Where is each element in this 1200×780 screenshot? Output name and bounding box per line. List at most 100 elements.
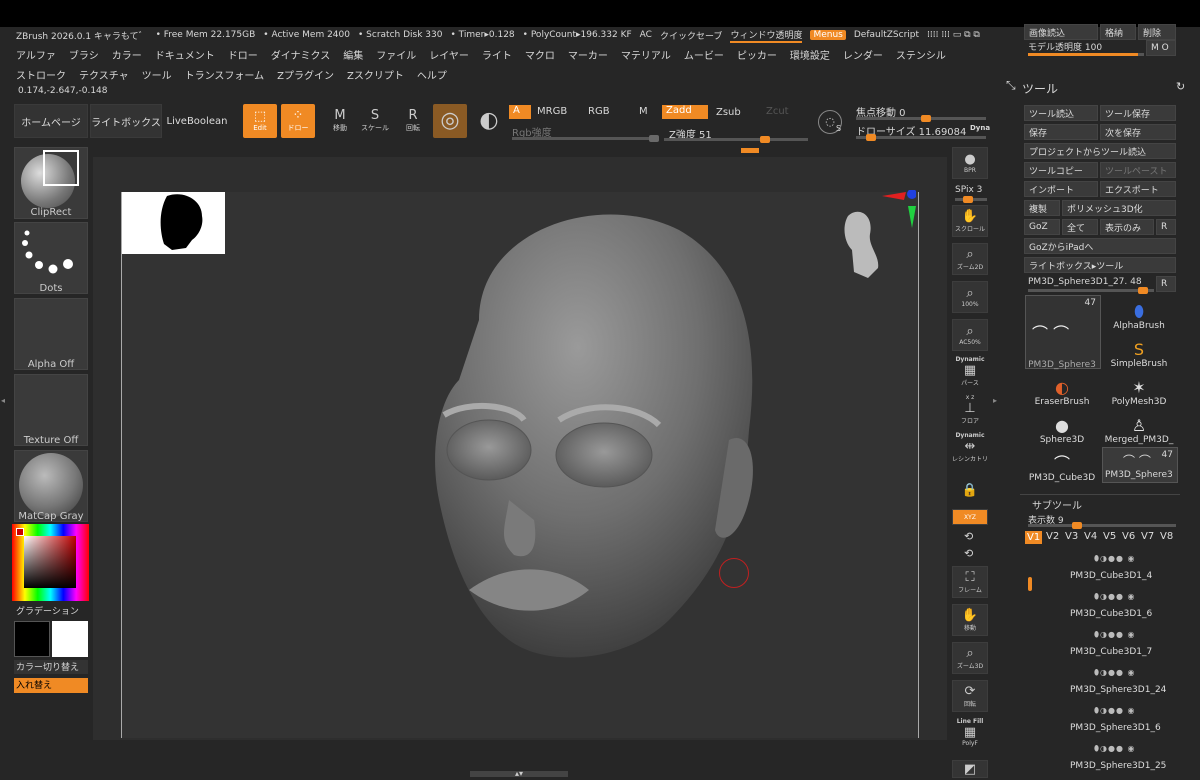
material-button[interactable]: ◎ [433,104,467,138]
menu-item[interactable]: Zスクリプト [347,67,404,82]
toolbar-handle[interactable] [741,148,759,153]
tool-polymesh3d[interactable]: ✶ PolyMesh3D [1102,369,1176,408]
subtool-controls[interactable]: ⬮◑●● ◉ [1094,668,1136,678]
layout-icons[interactable]: ⁞⁞⁞⁞ ⁞⁞⁞ ▭ ⧉ ⧉ [927,30,980,40]
tool-palette-title[interactable]: ツール [1022,80,1058,97]
load-tool-button[interactable]: ツール読込 [1024,105,1098,121]
bottom-shelf-handle[interactable]: ▴▾ [470,770,568,778]
current-tool-slider[interactable] [1028,287,1154,294]
menu-item[interactable]: ブラシ [69,47,99,62]
menu-item[interactable]: ムービー [684,47,724,62]
tool-pm3d-sphere3-b[interactable]: 47 ⌒ ⌒ PM3D_Sphere3 [1102,447,1178,483]
mrgb-toggle[interactable]: MRGB [537,106,567,117]
subtool-row[interactable]: ⬮◑●● ◉ PM3D_Cube3D1_4 [1044,549,1180,587]
goz-r-button[interactable]: R [1156,219,1176,235]
zcut-toggle[interactable]: Zcut [766,106,789,117]
save-tool-button[interactable]: ツール保存 [1100,105,1176,121]
import-button[interactable]: インポート [1024,181,1098,197]
rotate-z-icon[interactable]: ⟲ [964,547,973,560]
ac50-button[interactable]: ⌕ AC50% [952,319,988,351]
menu-item[interactable]: マクロ [525,47,555,62]
zoom3d-button[interactable]: ⌕ ズーム3D [952,642,988,674]
z-intensity-knob[interactable] [760,136,770,143]
version-v2[interactable]: V2 [1046,531,1059,542]
tool-sphere3d[interactable]: ● Sphere3D [1025,407,1099,446]
rotate-button[interactable]: R 回転 [396,104,430,138]
paste-tool-button[interactable]: ツールペースト [1100,162,1176,178]
draw-size-slider[interactable] [856,134,986,141]
lock-button[interactable]: 🔒 [952,474,988,506]
subtool-row[interactable]: ⬮◑●● ◉ PM3D_Cube3D1_7 [1044,625,1180,663]
spix-knob[interactable] [963,196,973,203]
default-zscript-button[interactable]: DefaultZScript [854,30,919,40]
actual-size-button[interactable]: ⌕ 100% [952,281,988,313]
menu-item[interactable]: アルファ [16,47,56,62]
rotate-y-icon[interactable]: ⟲ [964,530,973,543]
focal-shift-knob[interactable] [921,115,931,122]
menu-item[interactable]: 環境設定 [790,47,830,62]
tool-simplebrush[interactable]: S SimpleBrush [1102,331,1176,370]
sculpted-head-model[interactable] [399,200,779,690]
focal-shift-slider[interactable] [856,115,986,122]
subtool-row[interactable]: ⬮◑●● ◉ PM3D_Sphere3D1_6 [1044,701,1180,739]
menu-item[interactable]: ストローク [16,67,66,82]
xyz-button[interactable]: XYZ [952,509,988,525]
subtool-controls[interactable]: ⬮◑●● ◉ [1094,630,1136,640]
secondary-color-swatch[interactable] [52,621,88,657]
draw-button[interactable]: ⁘ ドロー [281,104,315,138]
subtool-controls[interactable]: ⬮◑●● ◉ [1094,706,1136,716]
lightbox-tools-button[interactable]: ライトボックス▸ツール [1024,257,1176,273]
color-picker-hue[interactable] [12,524,89,601]
goz-ipad-button[interactable]: GoZからiPadへ [1024,238,1176,254]
tool-merged-pm3d[interactable]: ♙ Merged_PM3D_ [1102,407,1176,446]
version-v8[interactable]: V8 [1160,531,1173,542]
navigation-head-icon[interactable] [840,206,884,286]
menu-item[interactable]: レイヤー [429,47,469,62]
store-button[interactable]: 格納 [1100,24,1136,40]
menu-item[interactable]: レンダー [843,47,883,62]
subtool-row[interactable]: ⬮◑●● ◉ PM3D_Cube3D1_6 [1044,587,1180,625]
load-image-button[interactable]: 画像読込 [1024,24,1098,40]
version-v4[interactable]: V4 [1084,531,1097,542]
rgb-intensity-slider[interactable] [512,135,659,142]
rotate-view-button[interactable]: ⟳ 回転 [952,680,988,712]
tool-pm3d-cube3d[interactable]: ⌒ PM3D_Cube3D [1025,445,1099,484]
quicksave-button[interactable]: クイックセーブ [660,29,722,42]
menu-item[interactable]: テクスチャ [79,67,129,82]
swap-button[interactable]: 入れ替え [14,678,88,693]
zoom2d-button[interactable]: ⌕ ズーム2D [952,243,988,275]
clone-button[interactable]: 複製 [1024,200,1060,216]
menu-item[interactable]: ドロー [228,47,258,62]
refresh-icon[interactable]: ↻ [1176,80,1185,93]
viewport-canvas[interactable] [121,189,919,738]
subtool-controls[interactable]: ⬮◑●● ◉ [1094,744,1136,754]
rgb-toggle[interactable]: RGB [588,106,610,117]
floor-button[interactable]: x z ⊥ フロア [952,393,988,425]
menu-item[interactable]: カラー [112,47,142,62]
mo-button[interactable]: M O [1146,40,1176,56]
m-toggle[interactable]: M [639,106,648,117]
switch-color-button[interactable]: カラー切り替え [14,660,88,674]
scale-button[interactable]: S スケール [358,104,392,138]
load-from-project-button[interactable]: プロジェクトからツール読込 [1024,143,1176,159]
tool-pm3d-sphere3[interactable]: PM3D_Sphere3 [1025,332,1099,370]
menu-item[interactable]: ヘルプ [417,67,447,82]
dynamic-size-toggle[interactable]: Dyna [970,124,990,132]
texture-button[interactable]: ◐ [472,104,506,138]
primary-color-swatch[interactable] [14,621,50,657]
perspective-button[interactable]: Dynamic ▦ パース [952,355,988,387]
version-v1[interactable]: V1 [1025,531,1043,544]
make-polymesh-button[interactable]: ポリメッシュ3D化 [1062,200,1176,216]
liveboolean-button[interactable]: LiveBoolean [164,104,230,138]
bpr-button[interactable]: ● BPR [952,147,988,179]
scroll-button[interactable]: ✋ スクロール [952,205,988,237]
rgb-intensity-knob[interactable] [649,135,659,142]
zsub-toggle[interactable]: Zsub [716,107,741,118]
menu-item[interactable]: Zプラグイン [277,67,334,82]
ac-button[interactable]: AC [640,30,652,40]
goz-visible-button[interactable]: 表示のみ [1100,219,1154,235]
menu-item[interactable]: ファイル [376,47,416,62]
subtool-controls[interactable]: ⬮◑●● ◉ [1094,554,1136,564]
menu-item[interactable]: マテリアル [621,47,671,62]
menu-item[interactable]: ダイナミクス [271,47,331,62]
